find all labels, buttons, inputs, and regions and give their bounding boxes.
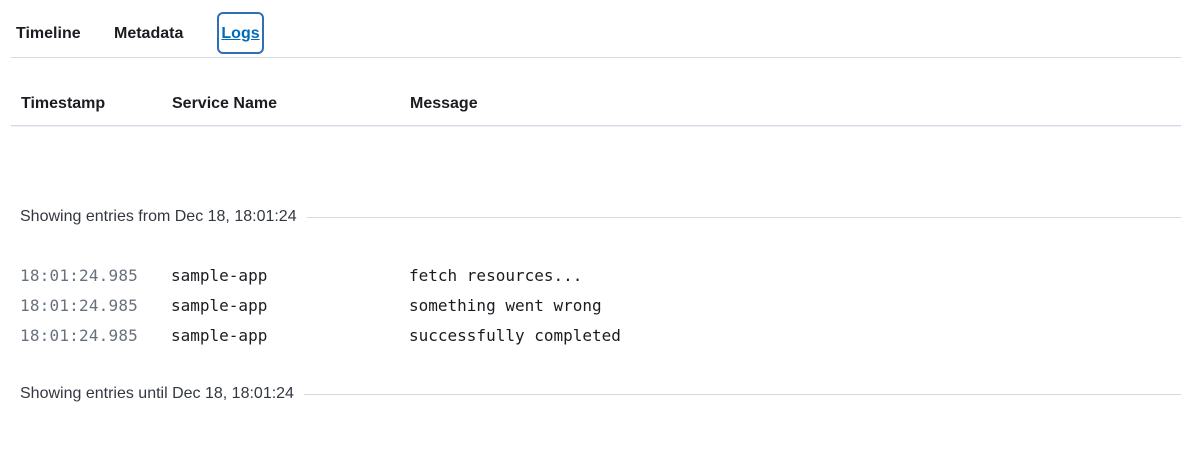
log-service: sample-app <box>171 296 268 315</box>
log-service: sample-app <box>171 326 268 345</box>
entries-end-label: Showing entries until Dec 18, 18:01:24 <box>20 385 294 402</box>
column-header-service-name: Service Name <box>172 95 277 112</box>
tab-timeline[interactable]: Timeline <box>16 12 81 54</box>
entries-start-divider: Showing entries from Dec 18, 18:01:24 <box>20 207 1181 227</box>
divider-line <box>303 393 1181 395</box>
log-timestamp: 18:01:24.985 <box>20 296 138 315</box>
entries-start-label: Showing entries from Dec 18, 18:01:24 <box>20 208 297 225</box>
log-list: 18:01:24.985 sample-app fetch resources.… <box>20 262 1180 352</box>
tab-logs[interactable]: Logs <box>217 12 264 54</box>
column-header-timestamp: Timestamp <box>21 95 106 112</box>
log-timestamp: 18:01:24.985 <box>20 266 138 285</box>
entries-end-divider: Showing entries until Dec 18, 18:01:24 <box>20 384 1181 404</box>
log-message: fetch resources... <box>409 266 583 285</box>
column-header-message: Message <box>410 95 478 112</box>
log-message: successfully completed <box>409 326 621 345</box>
log-row[interactable]: 18:01:24.985 sample-app fetch resources.… <box>20 262 1180 292</box>
divider-line <box>306 216 1181 218</box>
tab-bar: Timeline Metadata Logs <box>11 10 1181 58</box>
log-row[interactable]: 18:01:24.985 sample-app something went w… <box>20 292 1180 322</box>
log-service: sample-app <box>171 266 268 285</box>
log-timestamp: 18:01:24.985 <box>20 326 138 345</box>
log-message: something went wrong <box>409 296 602 315</box>
log-row[interactable]: 18:01:24.985 sample-app successfully com… <box>20 322 1180 352</box>
tab-metadata[interactable]: Metadata <box>114 12 183 54</box>
log-table-header: Timestamp Service Name Message <box>11 83 1181 126</box>
